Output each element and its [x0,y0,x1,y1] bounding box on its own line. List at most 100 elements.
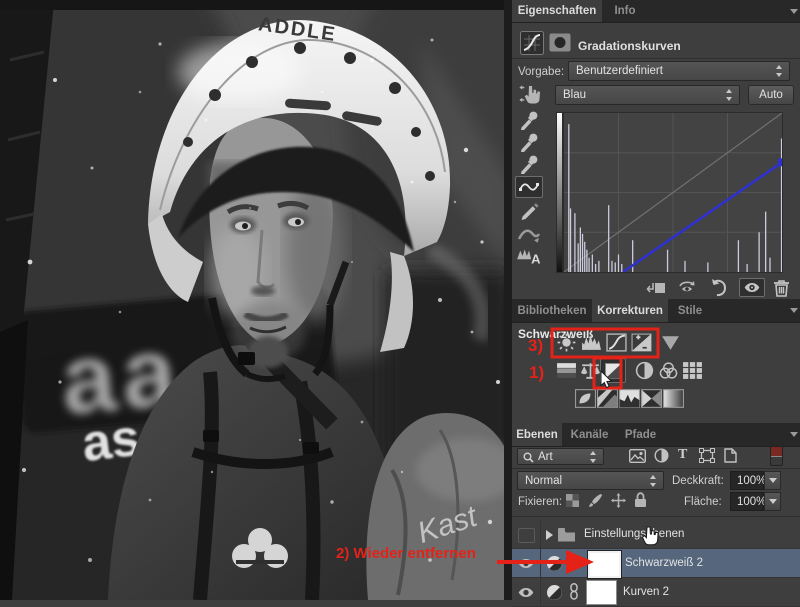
layers-panel: Ebenen Kanäle Pfade Art T Normal Deckkra… [512,423,800,607]
opacity-dropdown-button[interactable] [764,471,781,490]
layer-mask-badge-icon [549,33,571,52]
clip-to-layer-icon[interactable] [646,281,666,296]
adjustment-icon-threshold[interactable] [619,389,640,408]
layer-row-kurven-2[interactable]: Kurven 2 [512,578,800,607]
adjustment-layer-icon [547,556,562,571]
lock-pixels-brush-icon[interactable] [588,493,603,508]
panel-menu-icon[interactable] [790,8,798,14]
tab-korrekturen[interactable]: Korrekturen [592,299,668,322]
fill-dropdown-button[interactable] [764,492,781,511]
adjustments-tabbar: Bibliotheken Korrekturen Stile [512,299,800,323]
preset-select[interactable]: Benutzerdefiniert [568,61,790,81]
black-point-eyedropper-icon[interactable] [516,110,542,130]
select-stepper-icon [649,474,658,487]
adjustment-icon-levels[interactable] [581,333,602,352]
blend-mode-select[interactable]: Normal [517,471,664,490]
layer-mask-thumbnail[interactable] [586,580,617,605]
lock-label: Fixieren: [518,496,563,508]
smooth-curve-icon[interactable] [516,224,542,244]
draw-curve-pencil-icon[interactable] [516,200,542,220]
layer-row-einstellungsebenen[interactable]: Einstellungsebenen [512,521,800,549]
annotation-step2-label: 2) Wieder entfernen [336,545,476,562]
adjustments-panel: Bibliotheken Korrekturen Stile Schwarzwe… [512,299,800,421]
preset-label: Vorgabe: [518,66,565,78]
group-expand-triangle-icon[interactable] [546,530,553,540]
folder-icon [558,528,575,542]
layer-row-schwarzweiss-2[interactable]: Schwarzweiß 2 [512,549,800,579]
adjustment-icon-color-lookup[interactable] [682,361,703,380]
filter-adjustment-layers-icon[interactable] [654,448,669,463]
filter-shape-layers-icon[interactable] [699,448,715,463]
white-point-eyedropper-icon[interactable] [516,154,542,174]
adjustment-icon-color-balance[interactable] [580,361,601,380]
search-icon [523,452,534,463]
tab-ebenen[interactable]: Ebenen [512,423,562,446]
luminosity-gradient-strip [556,112,563,273]
channel-select[interactable]: Blau [555,85,740,105]
properties-panel: Eigenschaften Info Gradationskurven Vorg… [512,0,800,298]
lock-transparency-icon[interactable] [566,494,579,507]
adjustment-icon-vibrance[interactable] [660,333,681,352]
mask-link-icon[interactable] [568,583,580,600]
panel-title: Gradationskurven [578,39,681,53]
auto-button[interactable]: Auto [748,85,794,105]
visibility-eye-icon[interactable] [518,558,534,569]
adjustment-icon-exposure[interactable] [631,333,652,352]
adjustment-icon-channel-mixer[interactable] [658,361,679,380]
delete-trash-icon[interactable] [773,279,790,297]
eye-icon [744,283,760,292]
visibility-eye-button[interactable] [739,278,765,297]
photo-canvas: aa as Kast ADDLE [0,0,512,600]
layers-tabbar: Ebenen Kanäle Pfade [512,423,800,447]
curves-badge-icon [520,31,544,55]
adjustment-icon-gradient-map[interactable] [641,389,662,408]
panel-stack: Eigenschaften Info Gradationskurven Vorg… [512,0,800,607]
tab-bibliotheken[interactable]: Bibliotheken [512,299,592,322]
select-stepper-icon [725,89,734,101]
adjustment-icon-curves[interactable] [606,333,627,352]
fill-value[interactable]: 100% [730,492,766,511]
adjustment-layer-icon [547,585,562,600]
tab-kanaele[interactable]: Kanäle [562,423,617,446]
filter-type-layers-icon[interactable]: T [678,447,687,463]
targeted-adjustment-hand-icon[interactable] [518,84,544,106]
adjustment-icon-selective-color[interactable] [663,389,684,408]
fill-label: Fläche: [684,496,722,508]
histogram-options-icon[interactable]: A [516,246,542,266]
tab-eigenschaften[interactable]: Eigenschaften [512,0,602,22]
adjustment-icon-brightness-contrast[interactable] [556,333,577,352]
filter-pixel-layers-icon[interactable] [629,449,646,463]
view-previous-state-icon[interactable] [676,279,698,297]
curves-plot [564,113,782,272]
panel-menu-icon[interactable] [790,308,798,314]
opacity-label: Deckkraft: [672,475,724,487]
annotation-step1-label: 1) [529,363,545,382]
panel-menu-icon[interactable] [790,432,798,438]
curves-grid[interactable] [563,112,783,273]
select-stepper-icon [775,65,784,77]
visibility-eye-icon[interactable] [518,587,534,598]
adjustment-icon-posterize[interactable] [597,389,618,408]
layer-mask-thumbnail[interactable] [587,550,622,579]
properties-tabbar: Eigenschaften Info [512,0,800,23]
gray-point-eyedropper-icon[interactable] [516,132,542,152]
tab-info[interactable]: Info [602,0,648,22]
opacity-value[interactable]: 100% [730,471,766,490]
filter-toggle[interactable] [770,446,783,466]
lock-position-icon[interactable] [611,493,626,508]
tab-stile[interactable]: Stile [668,299,712,322]
adjustment-icon-photo-filter[interactable] [634,361,655,380]
tab-pfade[interactable]: Pfade [617,423,664,446]
lock-all-icon[interactable] [634,492,647,508]
select-stepper-icon [589,450,598,463]
adjustment-icon-hue-saturation[interactable] [556,361,577,380]
edit-curve-points-icon[interactable] [515,176,543,198]
filter-smart-object-icon[interactable] [724,448,737,463]
adjustment-icon-invert[interactable] [575,389,596,408]
visibility-toggle-off[interactable] [518,528,535,543]
layer-filter-select[interactable]: Art [517,448,604,465]
reset-icon[interactable] [709,279,727,297]
svg-text:A: A [531,252,541,266]
annotation-step3-label: 3) [528,336,544,355]
adjustment-icon-black-white[interactable] [600,358,626,383]
